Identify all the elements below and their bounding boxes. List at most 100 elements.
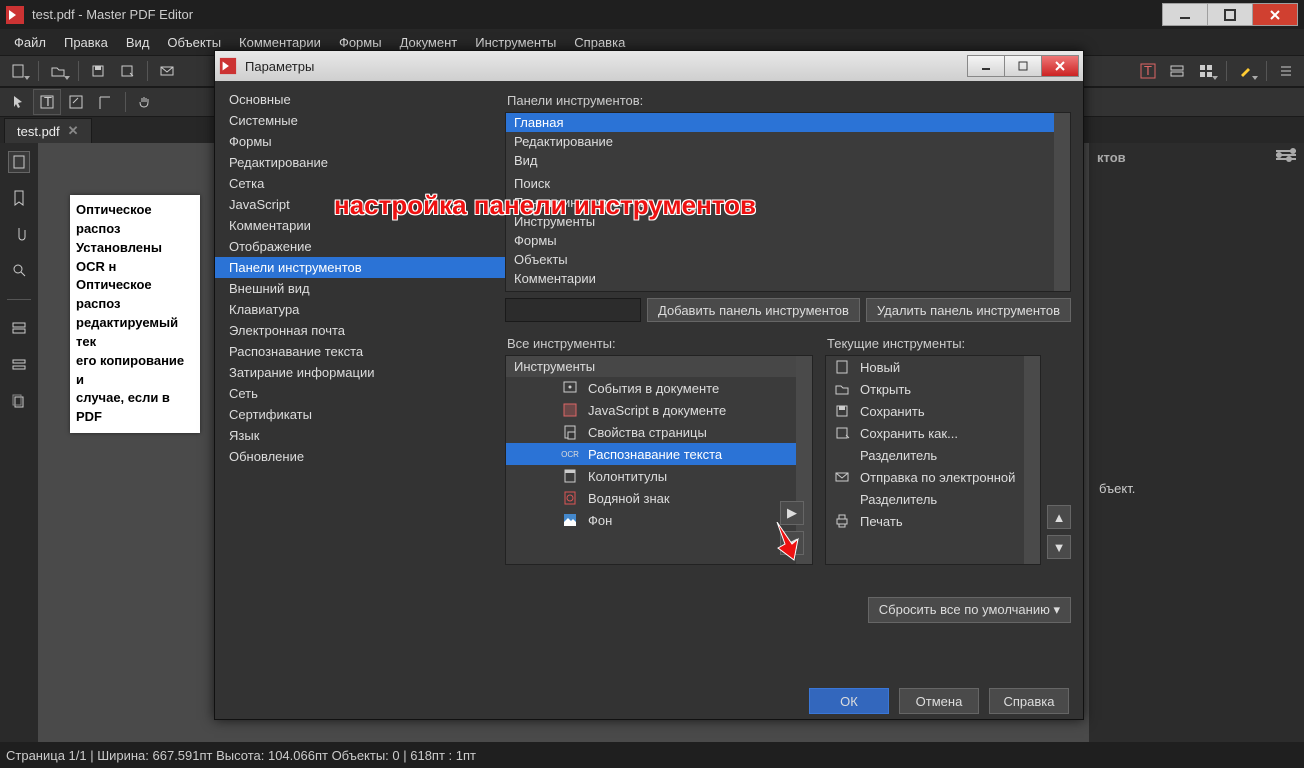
toolbars-list-row[interactable]: Вид (506, 151, 1070, 170)
scrollbar[interactable] (1024, 356, 1040, 564)
edit-tool-2[interactable] (91, 89, 119, 115)
menu-forms[interactable]: Формы (331, 33, 390, 52)
nav-item[interactable]: Комментарии (215, 215, 505, 236)
all-tools-item[interactable]: Колонтитулы (506, 465, 812, 487)
toolbars-list-row[interactable]: Инструменты (506, 212, 1070, 231)
highlight-tool-button[interactable] (1232, 58, 1260, 84)
menu-document[interactable]: Документ (392, 33, 466, 52)
window-close-button[interactable] (1252, 3, 1298, 26)
dialog-maximize-button[interactable] (1004, 55, 1042, 77)
toolbars-list-row[interactable]: Поиск (506, 174, 1070, 193)
add-tool-button[interactable]: ▶ (780, 501, 804, 525)
nav-item[interactable]: Внешний вид (215, 278, 505, 299)
menu-view[interactable]: Вид (118, 33, 158, 52)
menu-comments[interactable]: Комментарии (231, 33, 329, 52)
current-tools-item[interactable]: Открыть (826, 378, 1040, 400)
menu-tools[interactable]: Инструменты (467, 33, 564, 52)
window-minimize-button[interactable] (1162, 3, 1208, 26)
nav-item[interactable]: JavaScript (215, 194, 505, 215)
hand-tool[interactable] (131, 89, 159, 115)
ok-button[interactable]: ОК (809, 688, 889, 714)
toolbars-list-row[interactable]: Редактирование (506, 132, 1070, 151)
add-toolbar-button[interactable]: Добавить панель инструментов (647, 298, 860, 322)
mail-button[interactable] (153, 58, 181, 84)
nav-item[interactable]: Язык (215, 425, 505, 446)
dialog-titlebar[interactable]: Параметры (215, 51, 1083, 81)
fields-icon[interactable] (8, 354, 30, 376)
bookmarks-icon[interactable] (8, 187, 30, 209)
thumbnails-icon[interactable] (8, 151, 30, 173)
toolbars-list-row[interactable]: Формы (506, 231, 1070, 250)
text-select-tool[interactable]: T (33, 89, 61, 115)
dialog-close-button[interactable] (1041, 55, 1079, 77)
open-button[interactable] (44, 58, 72, 84)
nav-item[interactable]: Сетка (215, 173, 505, 194)
current-tools-item[interactable]: Разделитель (826, 488, 1040, 510)
nav-item[interactable]: Клавиатура (215, 299, 505, 320)
current-tools-item[interactable]: Сохранить как... (826, 422, 1040, 444)
all-tools-tree[interactable]: ИнструментыСобытия в документеJavaScript… (505, 355, 813, 565)
nav-item[interactable]: Системные (215, 110, 505, 131)
nav-item[interactable]: Отображение (215, 236, 505, 257)
toolbars-listbox[interactable]: ГлавнаяРедактированиеВид ПоискПанели инс… (505, 112, 1071, 292)
nav-item[interactable]: Сеть (215, 383, 505, 404)
all-tools-item[interactable]: Фон (506, 509, 812, 531)
move-down-button[interactable]: ▼ (1047, 535, 1071, 559)
current-tools-item[interactable]: Сохранить (826, 400, 1040, 422)
dialog-minimize-button[interactable] (967, 55, 1005, 77)
toolbars-list-row[interactable]: Комментарии (506, 269, 1070, 288)
all-tools-item[interactable]: Водяной знак (506, 487, 812, 509)
panel-settings-icon[interactable] (1276, 150, 1296, 164)
save-as-button[interactable] (113, 58, 141, 84)
menu-help[interactable]: Справка (566, 33, 633, 52)
document-tab[interactable]: test.pdf ✕ (4, 118, 92, 143)
text-tool-button[interactable]: T (1134, 58, 1162, 84)
menu-edit[interactable]: Правка (56, 33, 116, 52)
search-icon[interactable] (8, 259, 30, 281)
all-tools-header[interactable]: Инструменты (506, 356, 812, 377)
all-tools-item[interactable]: JavaScript в документе (506, 399, 812, 421)
current-tools-item[interactable]: Отправка по электронной (826, 466, 1040, 488)
nav-item[interactable]: Затирание информации (215, 362, 505, 383)
edit-tool-1[interactable] (62, 89, 90, 115)
menu-objects[interactable]: Объекты (159, 33, 229, 52)
toolbar-name-input[interactable] (505, 298, 641, 322)
layout-tool-button[interactable] (1192, 58, 1220, 84)
all-tools-item[interactable]: Свойства страницы (506, 421, 812, 443)
save-button[interactable] (84, 58, 112, 84)
current-tools-item[interactable]: Новый (826, 356, 1040, 378)
form-tool-button[interactable] (1163, 58, 1191, 84)
nav-item[interactable]: Обновление (215, 446, 505, 467)
nav-item[interactable]: Распознавание текста (215, 341, 505, 362)
current-tools-item[interactable]: Печать (826, 510, 1040, 532)
nav-item[interactable]: Редактирование (215, 152, 505, 173)
delete-toolbar-button[interactable]: Удалить панель инструментов (866, 298, 1071, 322)
remove-tool-button[interactable]: ◀ (780, 531, 804, 555)
all-tools-item[interactable]: События в документе (506, 377, 812, 399)
toolbars-list-row[interactable]: Панели инструментов (506, 193, 1070, 212)
toolbars-list-row[interactable]: Объекты (506, 250, 1070, 269)
cancel-button[interactable]: Отмена (899, 688, 979, 714)
layers-icon[interactable] (8, 318, 30, 340)
current-tools-item[interactable]: Разделитель (826, 444, 1040, 466)
menu-file[interactable]: Файл (6, 33, 54, 52)
copy-icon[interactable] (8, 390, 30, 412)
reset-defaults-button[interactable]: Сбросить все по умолчанию (868, 597, 1071, 623)
nav-item[interactable]: Панели инструментов (215, 257, 505, 278)
nav-item[interactable]: Формы (215, 131, 505, 152)
nav-item[interactable]: Электронная почта (215, 320, 505, 341)
all-tools-item[interactable]: OCRРаспознавание текста (506, 443, 812, 465)
nav-item[interactable]: Основные (215, 89, 505, 110)
help-button[interactable]: Справка (989, 688, 1069, 714)
current-tools-list[interactable]: НовыйОткрытьСохранитьСохранить как...Раз… (825, 355, 1041, 565)
toolbars-list-row[interactable]: Главная (506, 113, 1070, 132)
menu-lines-icon[interactable] (1272, 58, 1300, 84)
attachments-icon[interactable] (8, 223, 30, 245)
pointer-tool[interactable] (4, 89, 32, 115)
scrollbar[interactable] (1054, 113, 1070, 291)
move-up-button[interactable]: ▲ (1047, 505, 1071, 529)
nav-item[interactable]: Сертификаты (215, 404, 505, 425)
close-tab-icon[interactable]: ✕ (68, 123, 79, 139)
new-doc-button[interactable] (4, 58, 32, 84)
window-maximize-button[interactable] (1207, 3, 1253, 26)
